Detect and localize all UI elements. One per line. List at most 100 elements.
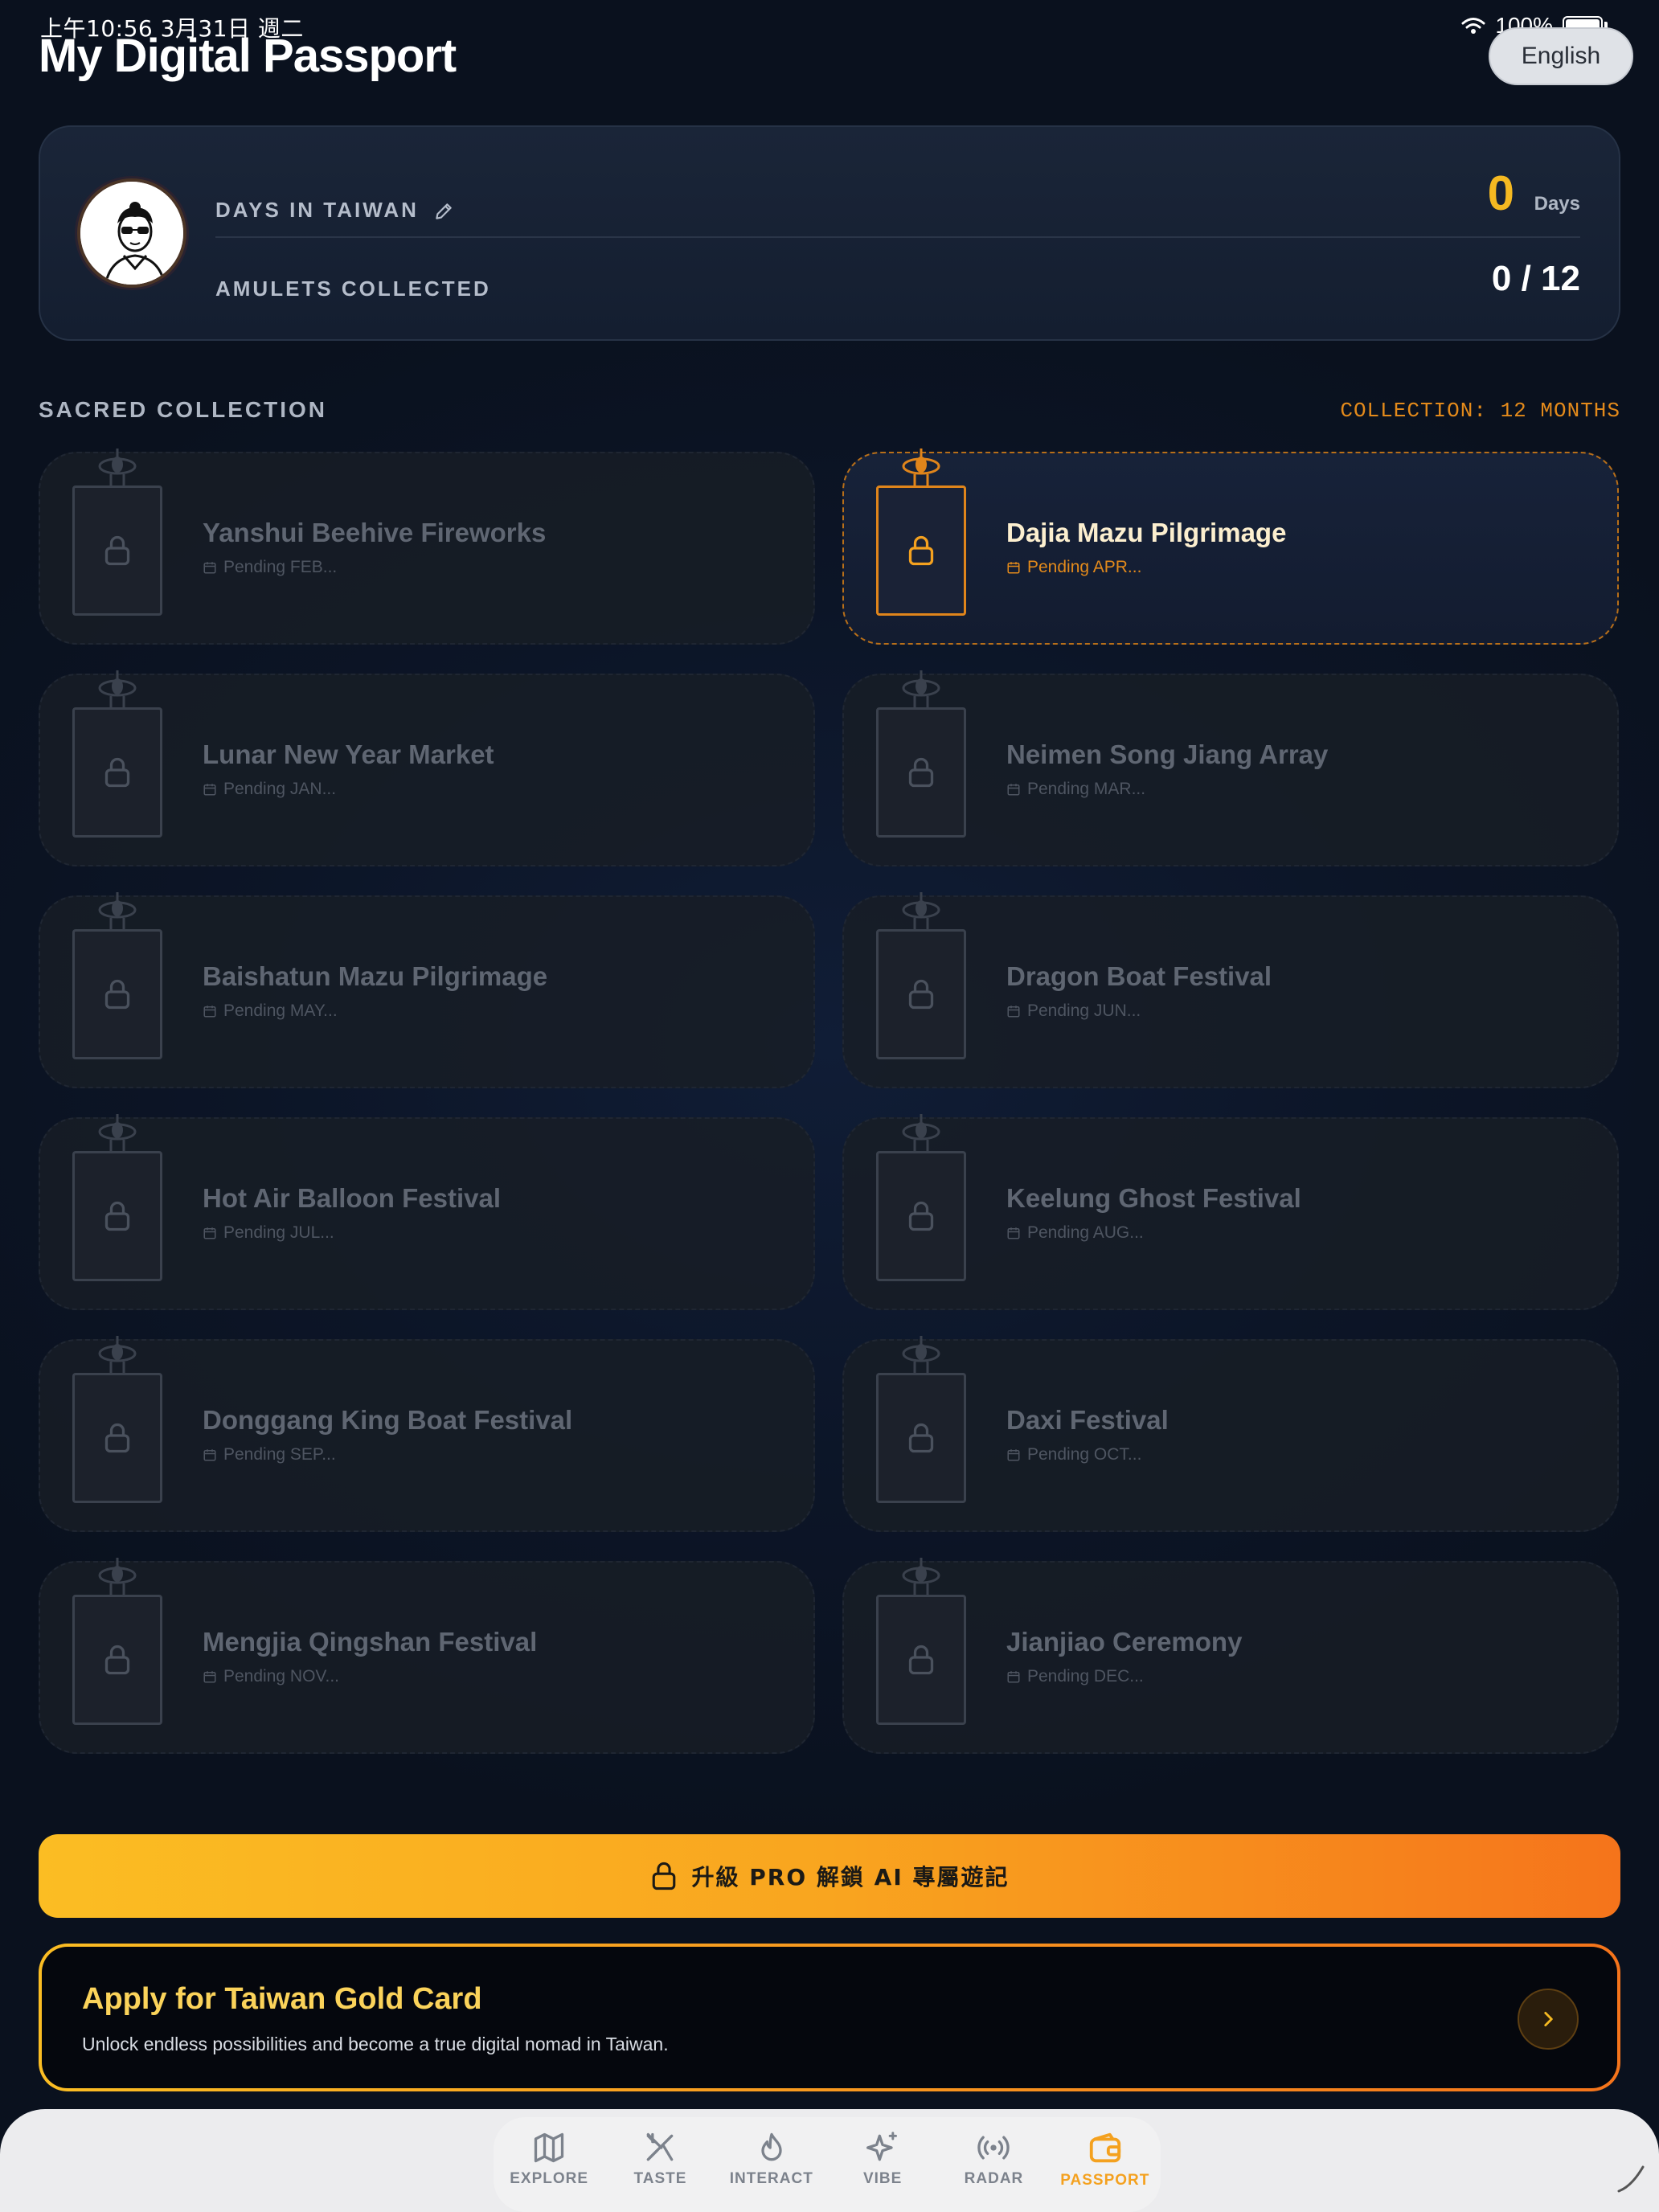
amulet-card[interactable]: Dragon Boat Festival Pending JUN... <box>842 892 1619 1088</box>
amulet-knot-icon <box>98 1558 137 1596</box>
amulets-collected-label: AMULETS COLLECTED <box>215 276 491 301</box>
lock-icon <box>104 979 130 1010</box>
gold-card-arrow-button[interactable] <box>1518 1989 1579 2050</box>
section-title: SACRED COLLECTION <box>39 397 327 422</box>
amulet-frame <box>876 1373 966 1503</box>
tab-label: VIBE <box>862 2170 903 2187</box>
amulet-name: Daxi Festival <box>1006 1405 1169 1435</box>
tab-explore[interactable]: EXPLORE <box>494 2117 604 2188</box>
utensils-icon <box>647 2132 674 2161</box>
amulet-status: Pending OCT... <box>1006 1445 1141 1464</box>
amulet-knot-icon <box>902 1114 940 1153</box>
lock-icon <box>908 535 934 566</box>
amulet-status: Pending APR... <box>1006 558 1141 577</box>
amulet-status: Pending NOV... <box>203 1667 339 1686</box>
avatar[interactable] <box>77 178 186 288</box>
amulet-card[interactable]: Keelung Ghost Festival Pending AUG... <box>842 1114 1619 1310</box>
amulet-knot-icon <box>98 892 137 931</box>
wallet-icon <box>1089 2132 1120 2163</box>
amulet-status: Pending JAN... <box>203 780 336 799</box>
lock-icon <box>104 1423 130 1453</box>
radar-icon <box>977 2136 1010 2160</box>
amulet-card[interactable]: Donggang King Boat Festival Pending SEP..… <box>39 1336 815 1532</box>
amulet-status-text: Pending MAR... <box>1027 780 1146 798</box>
amulet-status-text: Pending APR... <box>1027 558 1142 576</box>
tab-taste[interactable]: TASTE <box>604 2117 715 2188</box>
amulet-knot-icon <box>902 670 940 709</box>
amulet-card[interactable]: Neimen Song Jiang Array Pending MAR... <box>842 670 1619 866</box>
amulet-card[interactable]: Mengjia Qingshan Festival Pending NOV... <box>39 1558 815 1754</box>
tab-label: PASSPORT <box>1060 2172 1150 2189</box>
passport-screen: 上午10:56 3月31日 週二 100% My Digital Passpor… <box>0 0 1659 2212</box>
lock-icon <box>652 1862 675 1890</box>
pencil-icon[interactable] <box>433 201 454 222</box>
amulet-status-text: Pending JUL... <box>223 1223 334 1242</box>
tab-label: RADAR <box>964 2170 1024 2187</box>
amulet-name: Lunar New Year Market <box>203 739 494 769</box>
amulet-knot-icon <box>98 449 137 487</box>
amulet-knot-icon <box>98 1114 137 1153</box>
calendar-icon <box>203 1227 216 1239</box>
calendar-icon <box>203 784 216 796</box>
amulet-card[interactable]: Baishatun Mazu Pilgrimage Pending MAY... <box>39 892 815 1088</box>
amulet-status-text: Pending FEB... <box>223 558 338 576</box>
lock-icon <box>908 979 934 1010</box>
amulet-status-text: Pending OCT... <box>1027 1445 1142 1464</box>
amulet-card[interactable]: Jianjiao Ceremony Pending DEC... <box>842 1558 1619 1754</box>
tab-passport[interactable]: PASSPORT <box>1050 2117 1161 2189</box>
amulet-name: Hot Air Balloon Festival <box>203 1183 501 1213</box>
amulet-name: Keelung Ghost Festival <box>1006 1183 1301 1213</box>
amulet-status: Pending MAR... <box>1006 780 1145 799</box>
amulet-status: Pending DEC... <box>1006 1667 1144 1686</box>
amulet-status-text: Pending JUN... <box>1027 1002 1141 1020</box>
calendar-icon <box>203 1671 216 1683</box>
tab-interact[interactable]: INTERACT <box>716 2117 827 2188</box>
chevron-right-icon <box>1544 2012 1553 2026</box>
amulet-frame <box>72 1373 162 1503</box>
days-in-taiwan-label: DAYS IN TAIWAN <box>215 198 454 223</box>
amulet-status-text: Pending DEC... <box>1027 1667 1144 1686</box>
amulet-status: Pending AUG... <box>1006 1223 1144 1243</box>
tab-label: TASTE <box>633 2170 687 2187</box>
calendar-icon <box>1007 1006 1020 1018</box>
days-label-text: DAYS IN TAIWAN <box>215 198 419 222</box>
calendar-icon <box>1007 1227 1020 1239</box>
sparkles-icon <box>866 2132 898 2161</box>
days-value: 0 <box>1487 166 1514 220</box>
lock-icon <box>908 1645 934 1675</box>
amulet-card[interactable]: Lunar New Year Market Pending JAN... <box>39 670 815 866</box>
amulet-frame <box>876 485 966 616</box>
amulet-knot-icon <box>902 1336 940 1374</box>
calendar-icon <box>1007 784 1020 796</box>
amulet-status: Pending SEP... <box>203 1445 336 1464</box>
amulet-status-text: Pending MAY... <box>223 1002 338 1020</box>
calendar-icon <box>203 1449 216 1461</box>
tab-radar[interactable]: RADAR <box>938 2117 1049 2188</box>
amulet-frame <box>876 1595 966 1725</box>
amulet-card[interactable]: Dajia Mazu Pilgrimage Pending APR... <box>842 449 1619 645</box>
amulet-knot-icon <box>98 1336 137 1374</box>
amulet-knot-icon <box>902 892 940 931</box>
amulet-name: Donggang King Boat Festival <box>203 1405 573 1435</box>
lock-icon <box>104 1201 130 1231</box>
amulet-card[interactable]: Daxi Festival Pending OCT... <box>842 1336 1619 1532</box>
calendar-icon <box>1007 1449 1020 1461</box>
tab-label: INTERACT <box>729 2170 813 2187</box>
gold-card-banner[interactable]: Apply for Taiwan Gold Card Unlock endles… <box>39 1944 1620 2091</box>
amulet-status-text: Pending SEP... <box>223 1445 336 1464</box>
amulet-card[interactable]: Yanshui Beehive Fireworks Pending FEB... <box>39 449 815 645</box>
amulet-name: Dragon Boat Festival <box>1006 961 1272 991</box>
tab-vibe[interactable]: VIBE <box>827 2117 938 2188</box>
calendar-icon <box>203 1006 216 1018</box>
avatar-illustration <box>80 182 183 285</box>
wifi-icon <box>1461 18 1485 34</box>
language-button[interactable]: English <box>1489 27 1633 85</box>
upgrade-pro-button[interactable]: 升級 PRO 解鎖 AI 專屬遊記 <box>39 1834 1620 1918</box>
amulet-card[interactable]: Hot Air Balloon Festival Pending JUL... <box>39 1114 815 1310</box>
lock-icon <box>104 535 130 566</box>
amulet-status: Pending FEB... <box>203 558 337 577</box>
amulet-frame <box>72 1151 162 1281</box>
gold-card-title: Apply for Taiwan Gold Card <box>82 1982 482 2016</box>
amulet-name: Neimen Song Jiang Array <box>1006 739 1329 769</box>
upgrade-label: 升級 PRO 解鎖 AI 專屬遊記 <box>691 1864 1010 1890</box>
